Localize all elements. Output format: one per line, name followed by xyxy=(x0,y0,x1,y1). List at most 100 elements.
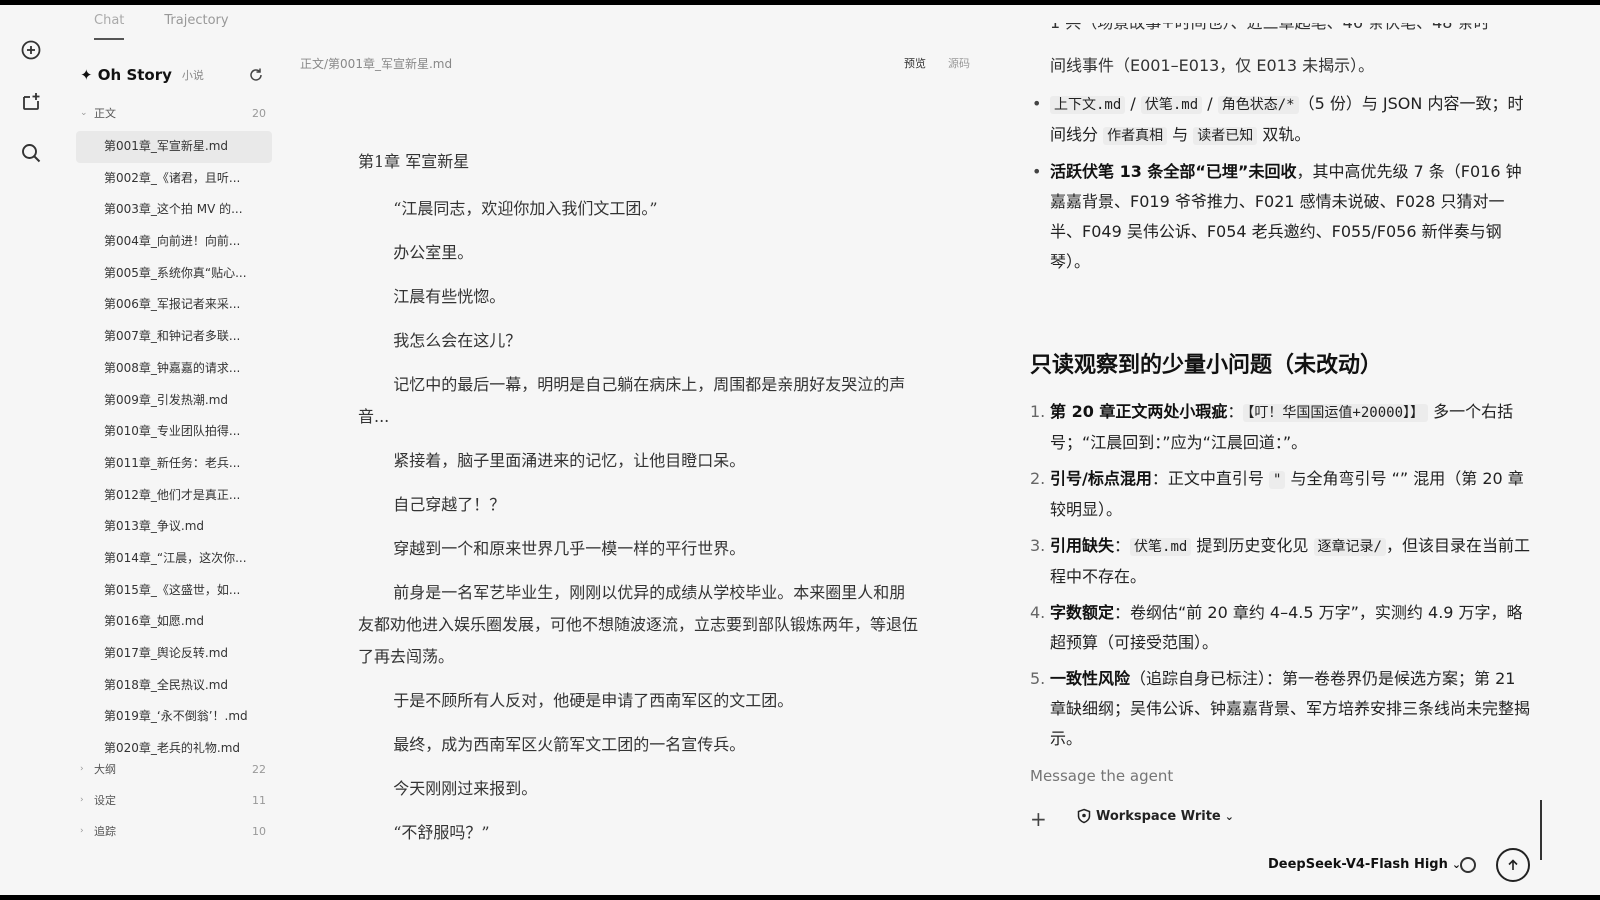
folder-main[interactable]: ⌄ 正文 20 xyxy=(80,102,266,124)
paragraph: 今天刚刚过来报到。 xyxy=(393,779,538,798)
icon-rail xyxy=(0,5,62,895)
issues-list: 1. 第 20 章正文两处小瑕疵： 【叮！华国国运值+20000】】 多一个右括号；… xyxy=(1030,397,1530,760)
chat-text-clipped: 1 共（场景故事+时间也）、近三章起笔、46 条伏笔、48 条时 xyxy=(1050,23,1570,37)
file-item[interactable]: 第011章_新任务：老兵... xyxy=(76,448,272,480)
bold-text: 活跃伏笔 13 条全部“已埋”未回收 xyxy=(1050,162,1297,181)
inline-code: 读者已知 xyxy=(1193,127,1258,145)
paragraph: 办公室里。 xyxy=(393,243,474,262)
folder-count: 11 xyxy=(252,793,266,807)
refresh-button[interactable] xyxy=(246,65,266,85)
tab-trajectory[interactable]: Trajectory xyxy=(164,13,228,40)
file-item[interactable]: 第010章_专业团队拍得... xyxy=(76,416,272,448)
file-item[interactable]: 第002章_《诸君，且听... xyxy=(76,163,272,195)
bold-text: 字数额定 xyxy=(1050,603,1115,622)
arrow-up-icon xyxy=(1508,859,1518,870)
source-button[interactable]: 源码 xyxy=(948,55,970,71)
file-item[interactable]: 第003章_这个拍 MV 的... xyxy=(76,194,272,226)
file-item[interactable]: 第018章_全民热议.md xyxy=(76,670,272,702)
file-item[interactable]: 第013章_争议.md xyxy=(76,511,272,543)
shield-icon xyxy=(1077,808,1091,824)
bold-text: 一致性风险 xyxy=(1050,669,1131,688)
workspace-mode-dropdown[interactable]: Workspace Write ⌄ xyxy=(1076,808,1234,824)
file-item[interactable]: 第007章_和钟记者多联... xyxy=(76,321,272,353)
bold-text: 引号/标点混用 xyxy=(1050,469,1152,488)
file-item[interactable]: 第019章_‘永不倒翁’！.md xyxy=(76,701,272,733)
model-label: DeepSeek-V4-Flash High xyxy=(1268,857,1448,872)
message-input[interactable] xyxy=(1030,767,1540,785)
paragraph: “江晨同志，欢迎你加入我们文工团。” xyxy=(393,199,658,218)
list-item: 活跃伏笔 13 条全部“已埋”未回收，其中高优先级 7 条（F016 钟嘉嘉背景… xyxy=(1030,157,1530,277)
chevron-down-icon: ⌄ xyxy=(1224,809,1234,823)
paragraph: 记忆中的最后一幕，明明是自己躺在病床上，周围都是亲朋好友哭泣的声音... xyxy=(358,375,906,426)
new-file-button[interactable] xyxy=(16,87,46,117)
list-item: 上下文.md / 伏笔.md / 角色状态/*（5 份）与 JSON 内容一致；… xyxy=(1030,89,1530,151)
file-list: 第001章_军宣新星.md 第002章_《诸君，且听... 第003章_这个拍 … xyxy=(76,131,272,765)
status-circle-icon[interactable] xyxy=(1460,857,1476,873)
text-span: 双轨。 xyxy=(1257,125,1311,144)
text-span: 提到历史变化见 xyxy=(1191,536,1314,555)
search-button[interactable] xyxy=(16,138,46,168)
file-item[interactable]: 第005章_系统你真“贴心... xyxy=(76,258,272,290)
text-span: ： xyxy=(1114,536,1131,555)
new-chat-button[interactable] xyxy=(16,35,46,65)
folder-outline[interactable]: › 大纲 22 xyxy=(80,758,266,780)
view-mode-toggle: 预览 源码 xyxy=(904,55,970,71)
file-item[interactable]: 第012章_他们才是真正... xyxy=(76,480,272,512)
file-item[interactable]: 第015章_《这盛世，如... xyxy=(76,575,272,607)
file-item[interactable]: 第009章_引发热潮.md xyxy=(76,385,272,417)
list-number: 1. xyxy=(1030,402,1046,421)
bold-text: 引用缺失 xyxy=(1050,536,1115,555)
folder-count: 20 xyxy=(252,106,266,120)
chat-panel: 1 共（场景故事+时间也）、近三章起笔、46 条伏笔、48 条时 间线事件（E0… xyxy=(1030,5,1570,895)
file-item[interactable]: 第004章_向前进！向前... xyxy=(76,226,272,258)
workspace-label: Workspace Write xyxy=(1096,808,1221,824)
folder-label: 设定 xyxy=(94,794,116,807)
folder-count: 22 xyxy=(252,762,266,776)
paragraph: 穿越到一个和原来世界几乎一模一样的平行世界。 xyxy=(393,539,746,558)
bold-text: 第 20 章正文两处小瑕疵 xyxy=(1050,402,1228,421)
tab-chat[interactable]: Chat xyxy=(94,13,125,40)
list-item: 1. 第 20 章正文两处小瑕疵： 【叮！华国国运值+20000】】 多一个右括号；… xyxy=(1030,397,1530,458)
chevron-right-icon: › xyxy=(80,826,84,836)
section-heading: 只读观察到的少量小问题（未改动） xyxy=(1030,353,1383,378)
summary-list: 上下文.md / 伏笔.md / 角色状态/*（5 份）与 JSON 内容一致；… xyxy=(1030,89,1530,283)
file-item[interactable]: 第016章_如愿.md xyxy=(76,606,272,638)
list-number: 2. xyxy=(1030,469,1046,488)
inline-code: 逐章记录/ xyxy=(1313,538,1386,556)
chevron-down-icon: ⌄ xyxy=(80,108,88,118)
folder-label: 大纲 xyxy=(94,763,116,776)
folder-settings[interactable]: › 设定 11 xyxy=(80,789,266,811)
chapter-title: 第1章 军宣新星 xyxy=(358,152,470,171)
app-window: Chat Trajectory ✦ Oh Story 小说 ⌄ 正文 20 第0… xyxy=(0,5,1600,895)
attach-button[interactable]: + xyxy=(1030,807,1050,831)
project-tag: 小说 xyxy=(181,69,204,82)
paragraph: 最终，成为西南军区火箭军文工团的一名宣传兵。 xyxy=(393,735,746,754)
file-item[interactable]: 第001章_军宣新星.md xyxy=(76,131,272,163)
folder-tracking[interactable]: › 追踪 10 xyxy=(80,820,266,842)
folder-label: 追踪 xyxy=(94,825,116,838)
model-selector[interactable]: DeepSeek-V4-Flash High ⌄ xyxy=(1268,857,1461,872)
panel-tabs: Chat Trajectory xyxy=(94,13,229,40)
preview-button[interactable]: 预览 xyxy=(904,55,926,71)
text-span: / xyxy=(1202,94,1218,113)
chat-text: 间线事件（E001–E013，仅 E013 未揭示）。 xyxy=(1050,56,1375,75)
file-plus-icon xyxy=(23,93,40,110)
inline-code: 伏笔.md xyxy=(1140,96,1203,114)
list-item: 3. 引用缺失： 伏笔.md 提到历史变化见 逐章记录/，但该目录在当前工程中不存在… xyxy=(1030,531,1530,592)
inline-code: 【叮！华国国运值+20000】】 xyxy=(1243,404,1429,422)
project-header: ✦ Oh Story 小说 xyxy=(80,63,266,87)
file-item[interactable]: 第008章_钟嘉嘉的请求... xyxy=(76,353,272,385)
text-span: ：卷纲估“前 20 章约 4–4.5 万字”，实测约 4.9 万字，略超预算（可… xyxy=(1050,603,1523,652)
chat-scrollbar[interactable] xyxy=(1540,800,1542,860)
send-button[interactable] xyxy=(1496,848,1530,882)
inline-code: 作者真相 xyxy=(1103,127,1168,145)
file-item[interactable]: 第017章_舆论反转.md xyxy=(76,638,272,670)
text-span: ： xyxy=(1227,402,1244,421)
file-item[interactable]: 第014章_“江晨，这次你... xyxy=(76,543,272,575)
text-span: ：正文中直引号 xyxy=(1151,469,1269,488)
document-body: 第1章 军宣新星 “江晨同志，欢迎你加入我们文工团。” 办公室里。 江晨有些恍惚… xyxy=(358,147,918,861)
paragraph: 于是不顾所有人反对，他硬是申请了西南军区的文工团。 xyxy=(393,691,794,710)
file-item[interactable]: 第006章_军报记者来采... xyxy=(76,289,272,321)
file-path-breadcrumb: 正文/第001章_军宣新星.md xyxy=(300,57,453,71)
project-name: ✦ Oh Story xyxy=(80,66,172,84)
